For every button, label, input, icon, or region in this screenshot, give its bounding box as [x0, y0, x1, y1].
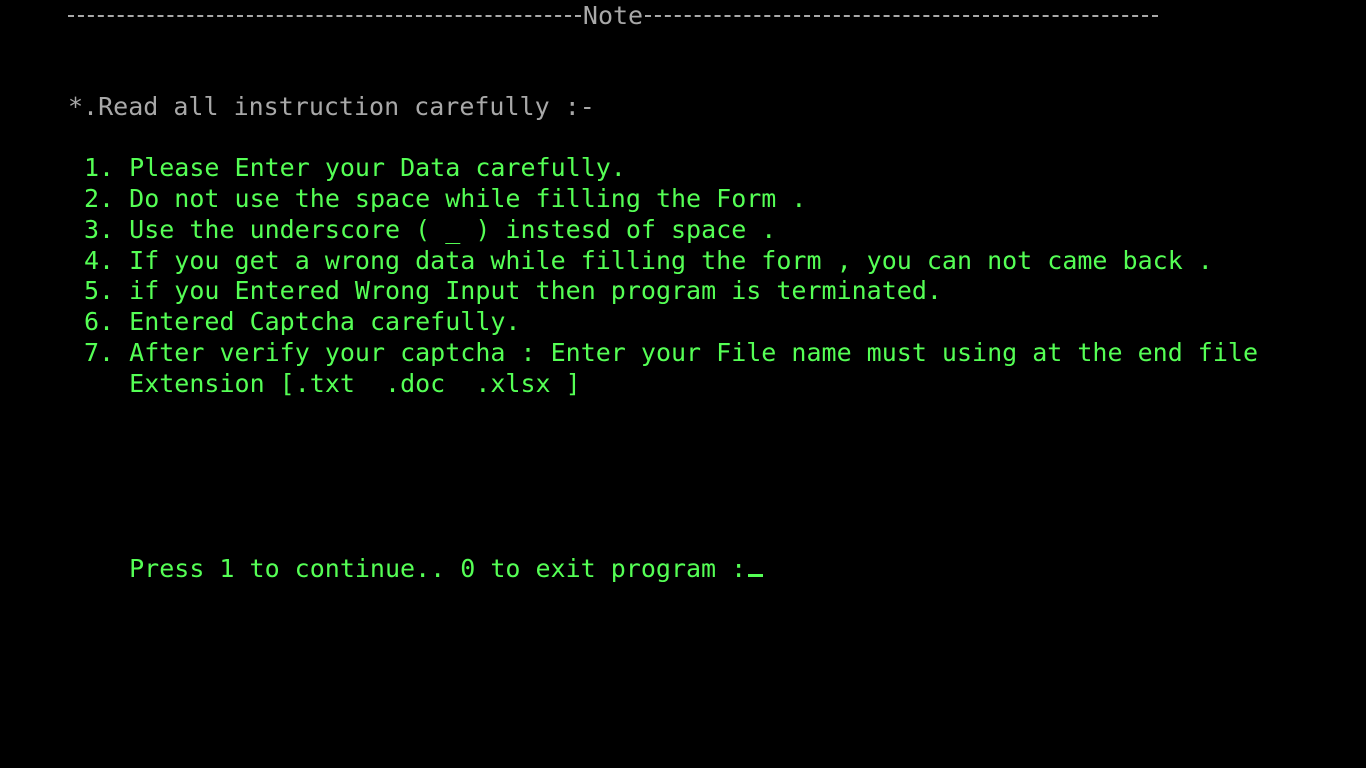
instruction-item: 6. Entered Captcha carefully.: [84, 307, 521, 336]
prompt-text: Press 1 to continue.. 0 to exit program …: [129, 554, 747, 583]
instruction-item: 2. Do not use the space while filling th…: [84, 184, 807, 213]
instruction-item: 3. Use the underscore ( _ ) instesd of s…: [84, 215, 777, 244]
instructions-intro: *.Read all instruction carefully :-: [68, 92, 595, 121]
instruction-item: 4. If you get a wrong data while filling…: [84, 246, 1213, 275]
header-left-dashes: [68, 14, 581, 19]
note-header-title: Note: [582, 1, 644, 30]
note-header: Note: [68, 0, 1158, 31]
instruction-item: 7. After verify your captcha : Enter you…: [84, 338, 1258, 367]
command-prompt[interactable]: Press 1 to continue.. 0 to exit program …: [99, 522, 764, 584]
instruction-item: Extension [.txt .doc .xlsx ]: [84, 369, 581, 398]
instruction-item: 5. if you Entered Wrong Input then progr…: [84, 276, 942, 305]
instruction-item: 1. Please Enter your Data carefully.: [84, 153, 626, 182]
header-right-dashes: [645, 14, 1158, 19]
text-cursor[interactable]: [748, 574, 764, 577]
